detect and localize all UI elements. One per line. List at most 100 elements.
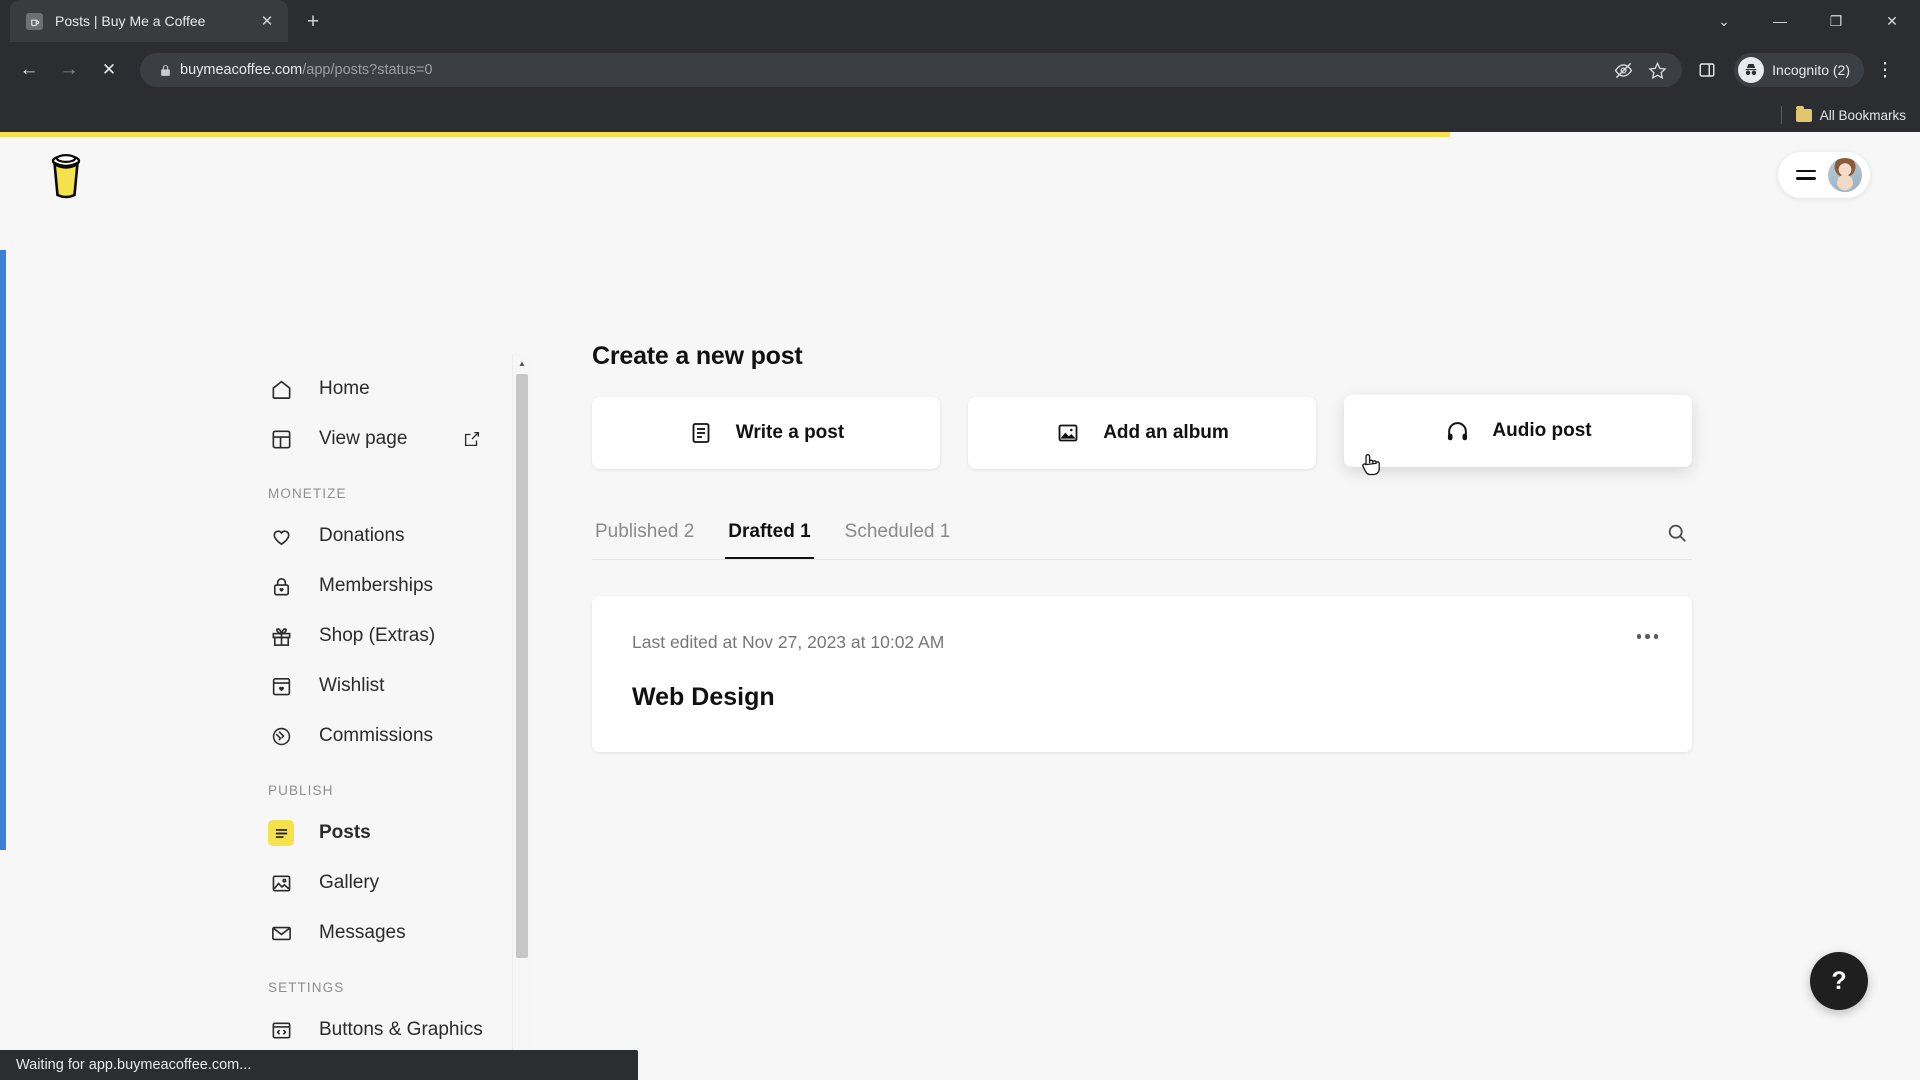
all-bookmarks-label: All Bookmarks <box>1819 107 1906 123</box>
help-button[interactable]: ? <box>1810 952 1868 1010</box>
close-tab-icon[interactable]: ✕ <box>256 10 278 32</box>
sidebar-item-posts[interactable]: Posts <box>268 808 512 858</box>
create-option-label: Write a post <box>735 422 845 443</box>
sidebar-item-label: Buttons & Graphics <box>319 1019 483 1040</box>
browser-tab[interactable]: Posts | Buy Me a Coffee ✕ <box>10 0 288 42</box>
status-text: Waiting for app.buymeacoffee.com... <box>16 1057 252 1073</box>
side-panel-icon[interactable] <box>1690 53 1724 87</box>
main-content: Create a new post Write a post Add an al… <box>592 342 1692 752</box>
image-icon <box>1055 420 1081 446</box>
post-status-tabs: Published 2 Drafted 1 Scheduled 1 <box>592 521 1692 560</box>
sidebar-scrollbar[interactable]: ▲ ▼ <box>512 354 530 1080</box>
eye-slash-icon[interactable] <box>1608 55 1638 85</box>
sidebar-item-label: View page <box>319 428 408 449</box>
post-title: Web Design <box>632 683 775 711</box>
sidebar-item-label: Messages <box>319 922 406 943</box>
sidebar-group-title: PUBLISH <box>268 783 334 798</box>
code-window-icon <box>268 1017 294 1043</box>
minimize-button[interactable]: — <box>1752 0 1808 42</box>
create-post-options: Write a post Add an album Audio post <box>592 395 1692 469</box>
sidebar-item-label: Wishlist <box>319 675 385 696</box>
lock-heart-icon <box>268 573 294 599</box>
headphones-icon <box>1444 418 1470 444</box>
sidebar-item-wishlist[interactable]: Wishlist <box>268 661 512 711</box>
page-title: Create a new post <box>592 342 803 370</box>
new-tab-button[interactable]: + <box>296 5 330 39</box>
scroll-up-arrow[interactable]: ▲ <box>513 354 530 372</box>
scrollbar-thumb[interactable] <box>516 374 528 958</box>
incognito-icon <box>1738 57 1765 83</box>
handshake-icon <box>268 723 294 749</box>
address-bar[interactable]: buymeacoffee.com/app/posts?status=0 <box>140 53 1683 87</box>
sidebar-item-gallery[interactable]: Gallery <box>268 858 512 908</box>
tab-list: Published 2 Drafted 1 Scheduled 1 <box>592 521 953 559</box>
sidebar-item-label: Donations <box>319 525 405 546</box>
sidebar-item-memberships[interactable]: Memberships <box>268 561 512 611</box>
browser-toolbar: ← → ✕ buymeacoffee.com/app/posts?status=… <box>0 42 1920 98</box>
sidebar-item-commissions[interactable]: Commissions <box>268 711 512 761</box>
user-avatar <box>1828 157 1862 192</box>
window-controls: ⌄ — ❐ ✕ <box>1696 0 1920 42</box>
sidebar-item-home[interactable]: Home <box>268 364 512 414</box>
create-option-label: Audio post <box>1492 420 1592 441</box>
sidebar-item-view-page[interactable]: View page <box>268 414 512 464</box>
lock-icon <box>154 64 176 77</box>
sidebar-item-label: Shop (Extras) <box>319 625 436 646</box>
left-accent-bar <box>0 250 6 850</box>
profile-button[interactable]: Incognito (2) <box>1734 53 1864 87</box>
document-icon <box>688 420 714 446</box>
omnibox-actions <box>1606 55 1674 85</box>
hamburger-icon <box>1796 169 1816 180</box>
add-an-album-button[interactable]: Add an album <box>968 397 1316 469</box>
browser-status-bar: Waiting for app.buymeacoffee.com... <box>0 1050 638 1080</box>
sidebar-item-buttons-graphics[interactable]: Buttons & Graphics <box>268 1005 512 1055</box>
tab-title: Posts | Buy Me a Coffee <box>55 13 206 29</box>
forward-icon[interactable]: → <box>52 53 86 87</box>
sidebar-item-donations[interactable]: Donations <box>268 511 512 561</box>
back-icon[interactable]: ← <box>12 53 46 87</box>
post-list-item[interactable]: Last edited at Nov 27, 2023 at 10:02 AM … <box>592 596 1692 752</box>
tab-search-icon[interactable]: ⌄ <box>1696 0 1752 42</box>
profile-label: Incognito (2) <box>1772 62 1850 78</box>
stop-loading-icon[interactable]: ✕ <box>92 53 126 87</box>
layout-icon <box>268 426 294 452</box>
create-option-label: Add an album <box>1103 422 1229 443</box>
bookmark-star-icon[interactable] <box>1642 55 1672 85</box>
page-loading-bar <box>0 132 1450 137</box>
tab-published[interactable]: Published 2 <box>592 521 697 559</box>
gift-icon <box>268 623 294 649</box>
image-icon <box>268 870 294 896</box>
wishlist-icon <box>268 673 294 699</box>
sidebar-group-title: SETTINGS <box>268 980 345 995</box>
buymeacoffee-cup-logo[interactable] <box>46 150 86 200</box>
heart-icon <box>268 523 294 549</box>
browser-menu-icon[interactable]: ⋮ <box>1868 53 1902 87</box>
maximize-button[interactable]: ❐ <box>1808 0 1864 42</box>
sidebar-item-shop-extras[interactable]: Shop (Extras) <box>268 611 512 661</box>
all-bookmarks-button[interactable]: All Bookmarks <box>1795 105 1906 123</box>
post-last-edited: Last edited at Nov 27, 2023 at 10:02 AM <box>632 632 945 652</box>
envelope-icon <box>268 920 294 946</box>
sidebar: Home View page MONETIZE Donations Member… <box>0 354 530 1080</box>
tab-scheduled[interactable]: Scheduled 1 <box>842 521 954 559</box>
bookmark-divider <box>1780 106 1782 124</box>
app-header <box>0 137 1920 212</box>
sidebar-item-label: Posts <box>319 822 371 843</box>
audio-post-button[interactable]: Audio post <box>1344 395 1692 467</box>
browser-chrome: Posts | Buy Me a Coffee ✕ + ⌄ — ❐ ✕ ← → … <box>0 0 1920 132</box>
tab-drafted[interactable]: Drafted 1 <box>725 521 814 559</box>
account-menu-button[interactable] <box>1778 151 1870 198</box>
search-icon[interactable] <box>1666 522 1688 549</box>
bookmarks-bar: All Bookmarks <box>0 98 1920 132</box>
more-options-icon[interactable] <box>1631 628 1665 645</box>
url-text: buymeacoffee.com/app/posts?status=0 <box>176 62 1606 78</box>
home-icon <box>268 376 294 402</box>
page-viewport: Home View page MONETIZE Donations Member… <box>0 132 1920 1080</box>
external-link-icon <box>463 430 481 448</box>
sidebar-item-label: Gallery <box>319 872 380 893</box>
sidebar-item-label: Commissions <box>319 725 434 746</box>
write-a-post-button[interactable]: Write a post <box>592 397 940 469</box>
sidebar-item-messages[interactable]: Messages <box>268 908 512 958</box>
tab-strip: Posts | Buy Me a Coffee ✕ + ⌄ — ❐ ✕ <box>0 0 1920 42</box>
close-window-button[interactable]: ✕ <box>1864 0 1920 42</box>
